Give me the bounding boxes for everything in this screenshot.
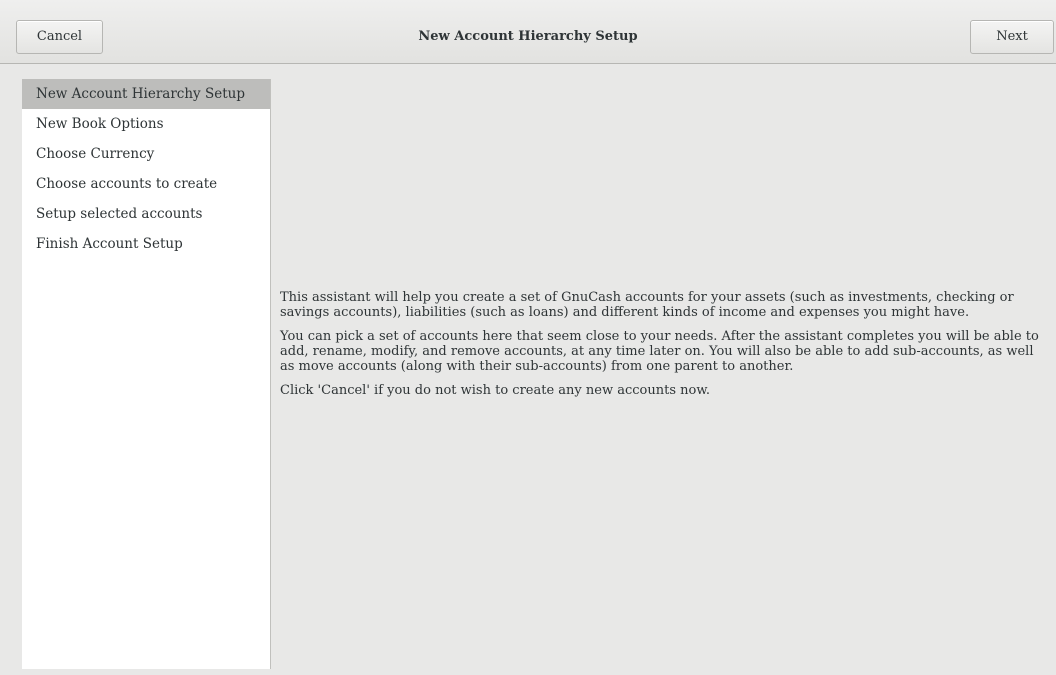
next-button[interactable]: Next bbox=[970, 20, 1054, 54]
step-new-book-options[interactable]: New Book Options bbox=[22, 109, 270, 139]
intro-paragraph: This assistant will help you create a se… bbox=[280, 290, 1014, 320]
window-title: New Account Hierarchy Setup bbox=[418, 29, 638, 44]
intro-paragraph: You can pick a set of accounts here that… bbox=[280, 329, 1039, 374]
step-choose-accounts[interactable]: Choose accounts to create bbox=[22, 169, 270, 199]
step-setup-selected-accounts[interactable]: Setup selected accounts bbox=[22, 199, 270, 229]
assistant-window: Cancel New Account Hierarchy Setup Next … bbox=[0, 0, 1056, 675]
step-finish-account-setup[interactable]: Finish Account Setup bbox=[22, 229, 270, 259]
intro-paragraph: Click 'Cancel' if you do not wish to cre… bbox=[280, 383, 711, 398]
steps-sidebar: New Account Hierarchy Setup New Book Opt… bbox=[22, 79, 271, 669]
step-new-account-hierarchy-setup[interactable]: New Account Hierarchy Setup bbox=[22, 79, 270, 109]
step-choose-currency[interactable]: Choose Currency bbox=[22, 139, 270, 169]
intro-text: This assistant will help you create a se… bbox=[280, 290, 1050, 407]
cancel-button[interactable]: Cancel bbox=[16, 20, 103, 54]
header-bar: Cancel New Account Hierarchy Setup Next bbox=[0, 0, 1056, 64]
